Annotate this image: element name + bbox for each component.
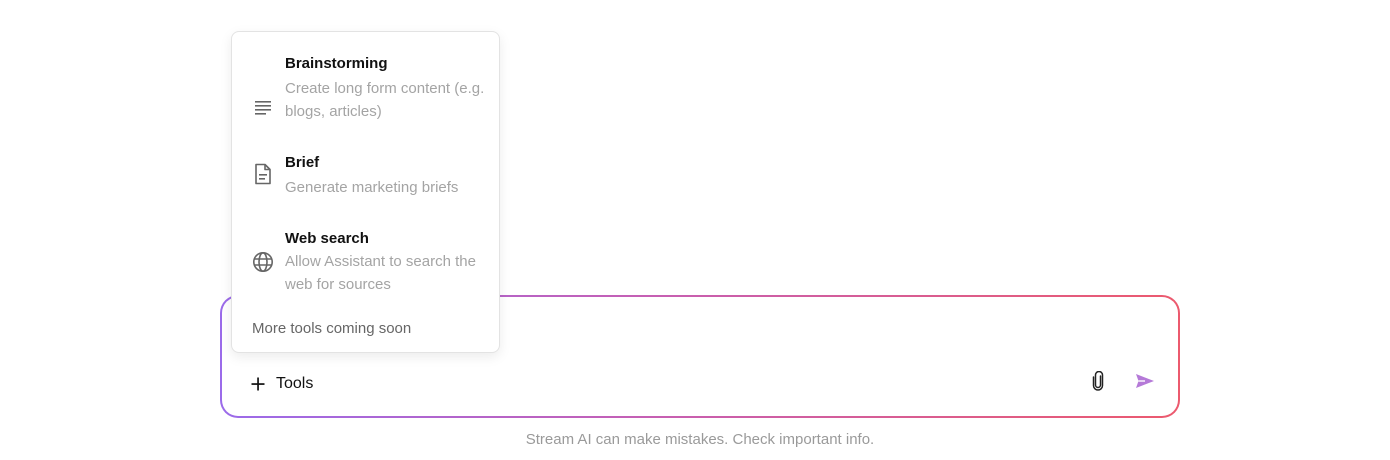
paperclip-icon bbox=[1091, 370, 1105, 396]
document-icon bbox=[252, 163, 274, 185]
globe-icon bbox=[252, 251, 274, 273]
chat-page: Brainstorming Create long form content (… bbox=[0, 0, 1390, 460]
tool-title: Brainstorming bbox=[285, 55, 388, 72]
send-button[interactable] bbox=[1132, 371, 1158, 395]
plus-icon bbox=[250, 376, 266, 392]
disclaimer-text: Stream AI can make mistakes. Check impor… bbox=[525, 431, 875, 448]
attach-button[interactable] bbox=[1086, 370, 1110, 396]
tool-description: Create long form content (e.g. blogs, ar… bbox=[285, 80, 485, 120]
tools-button-label: Tools bbox=[276, 375, 314, 392]
send-icon bbox=[1135, 373, 1155, 394]
tool-description: Generate marketing briefs bbox=[285, 179, 459, 196]
lines-icon bbox=[252, 96, 274, 118]
tool-title: Brief bbox=[285, 154, 320, 171]
tool-description: Allow Assistant to search the web for so… bbox=[285, 253, 476, 293]
tools-button[interactable]: Tools bbox=[250, 370, 313, 398]
menu-footer-note: More tools coming soon bbox=[252, 320, 412, 337]
tool-brief[interactable]: Brief Generate marketing briefs bbox=[232, 152, 499, 202]
tool-brainstorming[interactable]: Brainstorming Create long form content (… bbox=[232, 52, 499, 142]
tool-web-search[interactable]: Web search Allow Assistant to search the… bbox=[232, 228, 499, 298]
tool-title: Web search bbox=[285, 230, 369, 247]
tools-menu: Brainstorming Create long form content (… bbox=[231, 31, 500, 353]
